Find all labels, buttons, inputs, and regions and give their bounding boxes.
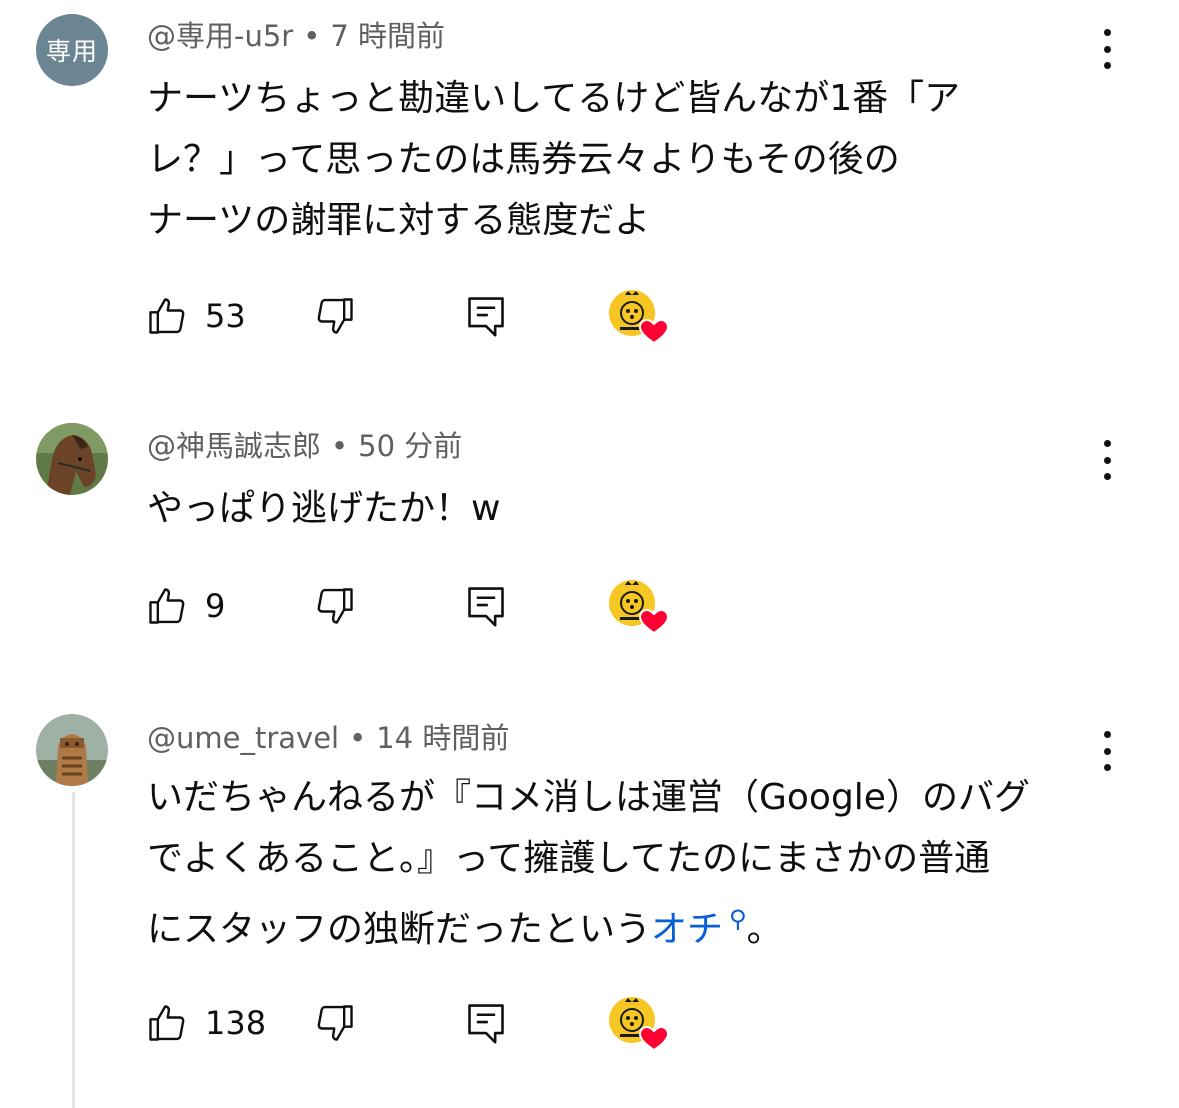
- like-count: 53: [205, 297, 246, 335]
- comment-actions: 9: [145, 580, 685, 635]
- creator-heart-icon: [609, 290, 670, 345]
- comment-line-text: 。: [746, 909, 783, 950]
- search-icon[interactable]: ⚲: [729, 905, 747, 933]
- reply-button[interactable]: [464, 581, 508, 631]
- comment-line-text: にスタッフの独断だったという: [147, 909, 652, 950]
- more-vert-icon[interactable]: [1092, 731, 1122, 771]
- avatar[interactable]: [36, 423, 108, 495]
- like-button[interactable]: 53: [145, 291, 246, 341]
- comment-line: にスタッフの独断だったというオチ ⚲。: [147, 889, 1107, 960]
- thumbs-down-icon: [317, 1005, 353, 1041]
- more-vert-icon[interactable]: [1092, 440, 1122, 480]
- horse-avatar-image: [36, 423, 108, 495]
- author-name[interactable]: @ume_travel: [147, 721, 339, 755]
- comment-line: でよくあること。』って擁護してたのにまさかの普通: [147, 838, 991, 879]
- separator-dot: •: [303, 19, 321, 53]
- like-count: 138: [205, 1004, 267, 1042]
- dislike-button[interactable]: [313, 581, 357, 631]
- comment-line: ナーツちょっと勘違いしてるけど皆んなが1番「ア: [147, 78, 961, 119]
- comment-line: いだちゃんねるが『コメ消しは運営（Google）のバグ: [147, 777, 1030, 818]
- comment-line: レ？」って思ったのは馬券云々よりもその後の: [147, 139, 900, 180]
- like-button[interactable]: 9: [145, 581, 225, 631]
- avatar[interactable]: 専用: [36, 14, 108, 86]
- creator-heart-icon: [609, 997, 670, 1052]
- thumbs-up-icon: [149, 1005, 185, 1041]
- reply-button[interactable]: [464, 291, 508, 341]
- comment-text: ナーツちょっと勘違いしてるけど皆んなが1番「ア レ？」って思ったのは馬券云々より…: [147, 68, 1107, 251]
- separator-dot: •: [349, 721, 367, 755]
- author-name[interactable]: @専用-u5r: [147, 19, 293, 53]
- thread-line: [72, 792, 75, 1108]
- comment-actions: 138: [145, 997, 685, 1052]
- like-count: 9: [205, 587, 226, 625]
- comment-line: やっぱり逃げたか！w: [147, 488, 501, 529]
- comment-text: いだちゃんねるが『コメ消しは運営（Google）のバグ でよくあること。』って擁…: [147, 767, 1107, 960]
- comment-text: やっぱり逃げたか！w: [147, 478, 1107, 539]
- timestamp[interactable]: 14 時間前: [376, 721, 509, 755]
- creator-heart-icon: [609, 580, 670, 635]
- comment-header: @神馬誠志郎 • 50 分前: [147, 428, 462, 464]
- comment-header: @ume_travel • 14 時間前: [147, 720, 509, 756]
- thumbs-down-icon: [317, 298, 353, 334]
- reply-icon: [468, 587, 504, 627]
- timestamp[interactable]: 7 時間前: [330, 19, 445, 53]
- timestamp[interactable]: 50 分前: [358, 429, 462, 463]
- reply-icon: [468, 297, 504, 337]
- thumbs-down-icon: [317, 588, 353, 624]
- more-vert-icon[interactable]: [1092, 29, 1122, 69]
- dislike-button[interactable]: [313, 998, 357, 1048]
- thumbs-up-icon: [149, 298, 185, 334]
- reply-button[interactable]: [464, 998, 508, 1048]
- separator-dot: •: [331, 429, 349, 463]
- avatar[interactable]: [36, 714, 108, 786]
- comment-line: ナーツの謝罪に対する態度だよ: [147, 200, 651, 241]
- reply-icon: [468, 1004, 504, 1044]
- like-button[interactable]: 138: [145, 998, 266, 1048]
- statue-avatar-image: [36, 714, 108, 786]
- dislike-button[interactable]: [313, 291, 357, 341]
- comment-actions: 53: [145, 290, 685, 345]
- author-name[interactable]: @神馬誠志郎: [147, 429, 321, 463]
- comment-header: @専用-u5r • 7 時間前: [147, 18, 445, 54]
- search-link[interactable]: オチ: [651, 909, 723, 950]
- thumbs-up-icon: [149, 588, 185, 624]
